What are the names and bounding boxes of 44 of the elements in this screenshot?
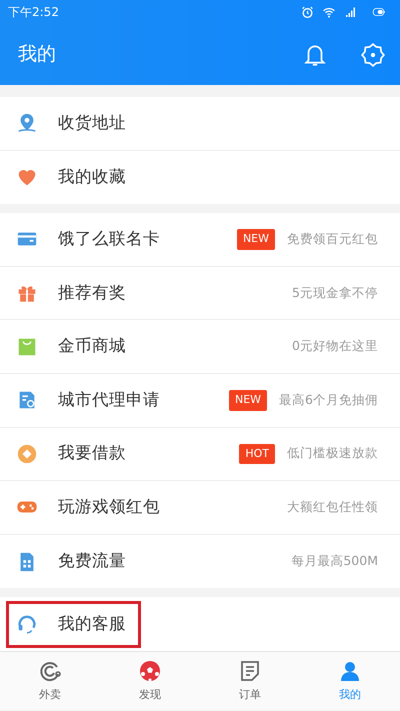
tab-bar-item[interactable]: 订单 (200, 652, 300, 710)
new-badge: HOT (239, 444, 275, 464)
menu-label: 城市代理申请 (57, 388, 161, 411)
menu-label: 免费流量 (57, 550, 127, 572)
menu-label: 我要借款 (57, 442, 127, 464)
menu-row[interactable]: 我的收藏 (0, 150, 400, 204)
headset-icon (16, 613, 38, 636)
menu-hint: 低门槛极速放款 (287, 444, 378, 462)
wifi-icon (322, 6, 336, 18)
tab-bar-item[interactable]: 外卖 (0, 652, 100, 710)
menu-hint: 大额红包任性领 (287, 498, 378, 516)
tab-bar-item[interactable]: 发现 (100, 652, 200, 710)
menu-label: 饿了么联名卡 (57, 228, 161, 250)
menu-hint: 每月最高500M (291, 552, 378, 570)
menu-row[interactable]: 城市代理申请 NEW 最高6个月免抽佣 (0, 374, 400, 428)
settings-icon[interactable] (360, 42, 386, 68)
menu-row[interactable]: 推荐有奖 5元现金拿不停 (0, 266, 400, 320)
menu-row[interactable]: 饿了么联名卡 NEW 免费领百元红包 (0, 213, 400, 267)
page-title: 我的 (18, 42, 57, 68)
location-pin-icon (16, 112, 38, 134)
signal-icon (344, 6, 358, 18)
new-badge: NEW (236, 229, 275, 250)
menu-hint: 5元现金拿不停 (292, 284, 378, 302)
note-icon (238, 658, 262, 683)
status-time: 下午2:52 (8, 4, 59, 21)
menu-label: 推荐有奖 (57, 282, 127, 304)
new-badge: NEW (228, 390, 268, 411)
menu-label: 我的客服 (57, 612, 127, 635)
menu-row[interactable]: 我的客服 (0, 597, 400, 651)
coin-icon (16, 442, 38, 465)
menu-row[interactable]: 我要借款 HOT 低门槛极速放款 (0, 428, 400, 482)
menu-label: 收货地址 (57, 112, 127, 134)
menu-hint: 最高6个月免抽佣 (279, 390, 378, 409)
menu-label: 我的收藏 (57, 166, 127, 188)
menu-row[interactable]: 免费流量 每月最高500M (0, 534, 400, 588)
menu-row[interactable]: 金币商城 0元好物在这里 (0, 320, 400, 374)
menu-label: 玩游戏领红包 (57, 496, 161, 518)
menu-row[interactable]: 收货地址 (0, 97, 400, 151)
menu-hint: 免费领百元红包 (287, 230, 378, 248)
menu-hint: 0元好物在这里 (292, 337, 378, 356)
menu-label: 金币商城 (57, 335, 127, 358)
menu-row[interactable]: 玩游戏领红包 大额红包任性领 (0, 481, 400, 535)
alarm-icon (301, 6, 314, 18)
soccer-ball-icon (138, 658, 162, 683)
